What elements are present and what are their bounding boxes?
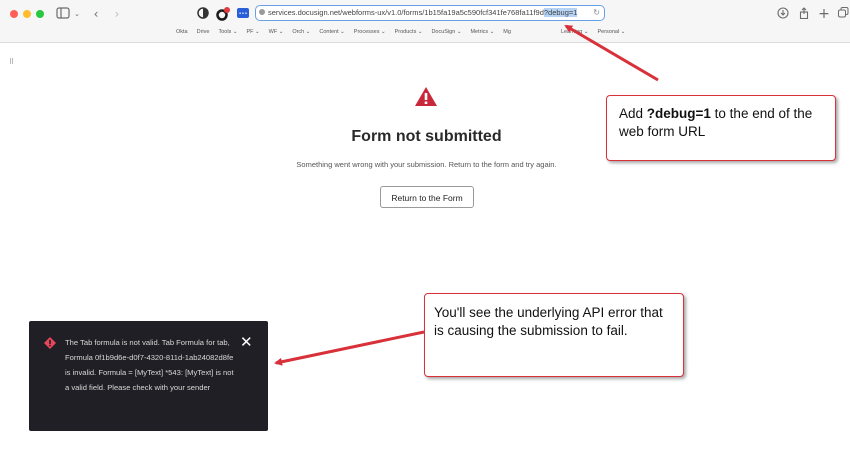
url-hint-callout: Add ?debug=1 to the end of the web form … [606,95,836,161]
url-hint-prefix: Add [619,106,647,121]
arrow-to-toast [274,330,425,366]
annotation-arrows [274,24,659,366]
arrow-to-url [564,24,659,82]
error-hint-callout: You'll see the underlying API error that… [424,293,684,377]
url-hint-bold: ?debug=1 [646,106,711,121]
